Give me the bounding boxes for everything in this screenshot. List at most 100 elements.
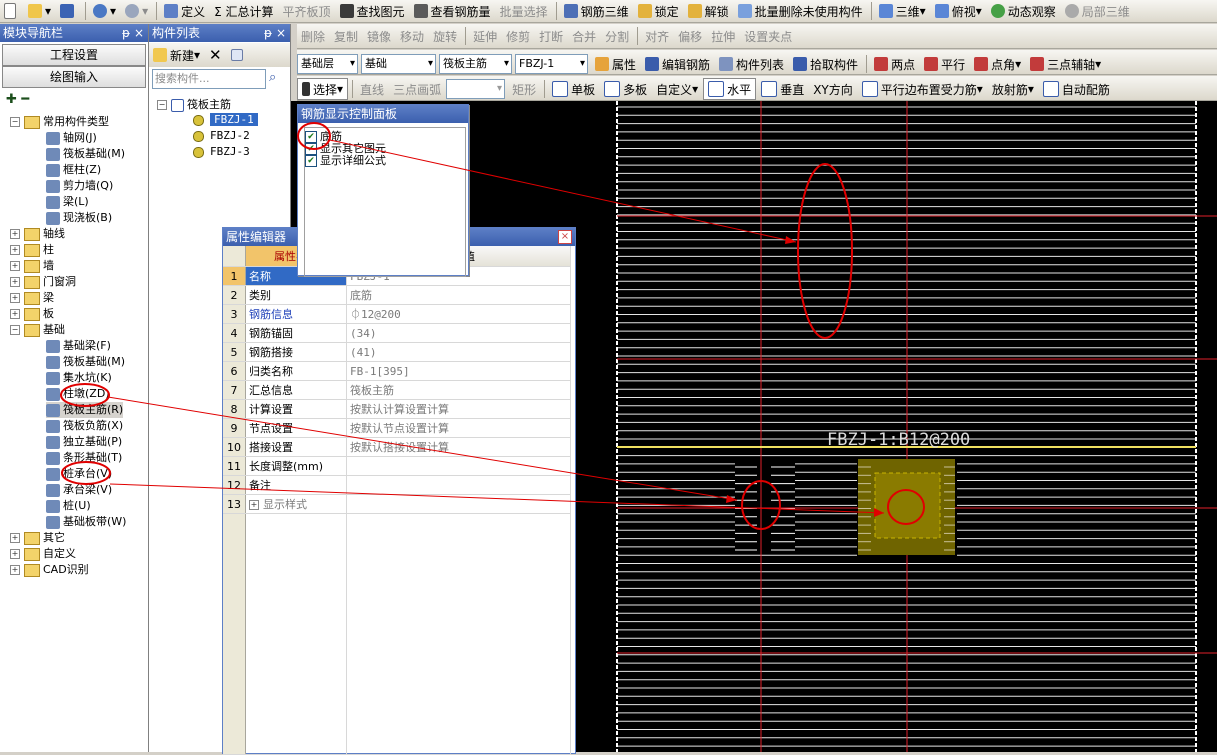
property-button[interactable]: 属性: [591, 54, 640, 74]
close-icon[interactable]: ×: [558, 230, 572, 244]
tree-item[interactable]: 现浇板(B): [46, 210, 112, 226]
tree-item[interactable]: 筏板主筋(R): [46, 402, 124, 418]
extend-button[interactable]: 延伸: [469, 26, 501, 46]
delete-button[interactable]: 删除: [297, 26, 329, 46]
horizontal-button[interactable]: 水平: [703, 78, 757, 100]
tree-folder[interactable]: + CAD识别: [10, 562, 89, 578]
property-row[interactable]: 6 归类名称 FB-1[395]: [223, 361, 571, 381]
expand-toggle[interactable]: +: [249, 500, 259, 510]
tree-folder[interactable]: + 轴线: [10, 226, 65, 242]
property-value[interactable]: 按默认节点设置计算: [346, 418, 571, 438]
property-value[interactable]: 按默认搭接设置计算: [346, 437, 571, 457]
tree-item[interactable]: 基础梁(F): [46, 338, 111, 354]
property-value[interactable]: 按默认计算设置计算: [346, 399, 571, 419]
tree-folder[interactable]: + 柱: [10, 242, 54, 258]
tree-item[interactable]: 桩承台(V): [46, 466, 112, 482]
parallel-edge-button[interactable]: 平行边布置受力筋 ▾: [858, 79, 987, 99]
property-value[interactable]: 筏板主筋: [346, 380, 571, 400]
arc-button[interactable]: 三点画弧: [389, 79, 445, 99]
expand-toggle[interactable]: +: [10, 309, 20, 319]
property-row[interactable]: 8 计算设置 按默认计算设置计算: [223, 399, 571, 419]
tree-folder[interactable]: + 自定义: [10, 546, 76, 562]
floor-select[interactable]: 基础层: [297, 54, 358, 74]
radial-rebar-button[interactable]: 放射筋 ▾: [988, 79, 1038, 99]
flush-top-button[interactable]: 平齐板顶: [279, 1, 335, 21]
tree-folder[interactable]: + 其它: [10, 530, 65, 546]
property-row[interactable]: 4 钢筋锚固 (34): [223, 323, 571, 343]
expand-toggle[interactable]: +: [10, 261, 20, 271]
stretch-button[interactable]: 拉伸: [707, 26, 739, 46]
move-button[interactable]: 移动: [396, 26, 428, 46]
tree-item[interactable]: 轴网(J): [46, 130, 97, 146]
two-point-button[interactable]: 两点: [870, 54, 919, 74]
expand-toggle[interactable]: −: [10, 325, 20, 335]
xy-direction-button[interactable]: XY方向: [809, 79, 857, 99]
expand-toggle[interactable]: −: [10, 117, 20, 127]
tree-folder[interactable]: − 常用构件类型: [10, 114, 109, 130]
define-button[interactable]: 定义: [160, 1, 209, 21]
property-row[interactable]: 2 类别 底筋: [223, 285, 571, 305]
batch-delete-button[interactable]: 批量删除未使用构件: [734, 1, 867, 21]
property-row[interactable]: 7 汇总信息 筏板主筋: [223, 380, 571, 400]
expand-toggle[interactable]: +: [10, 229, 20, 239]
rect-button[interactable]: 矩形: [508, 79, 540, 99]
close-icon[interactable]: ×: [276, 24, 286, 42]
tree-folder[interactable]: + 梁: [10, 290, 54, 306]
tree-folder[interactable]: + 门窗洞: [10, 274, 76, 290]
property-value[interactable]: (41): [346, 342, 571, 362]
rotate-button[interactable]: 旋转: [429, 26, 461, 46]
tree-item[interactable]: 承台梁(V): [46, 482, 112, 498]
auto-rebar-button[interactable]: 自动配筋: [1039, 79, 1114, 99]
expand-toggle[interactable]: +: [10, 565, 20, 575]
edit-rebar-button[interactable]: 编辑钢筋: [641, 54, 714, 74]
component-list-item[interactable]: FBZJ-2: [193, 128, 258, 144]
expand-collapse-icons[interactable]: ✚ ━: [6, 92, 29, 107]
vertical-button[interactable]: 垂直: [757, 79, 808, 99]
delete-icon[interactable]: ✕: [205, 45, 226, 65]
category-select[interactable]: 基础: [361, 54, 436, 74]
tree-folder[interactable]: + 墙: [10, 258, 54, 274]
tree-item[interactable]: 梁(L): [46, 194, 89, 210]
expand-toggle[interactable]: +: [10, 549, 20, 559]
unlock-button[interactable]: 解锁: [684, 1, 733, 21]
tree-item[interactable]: 框柱(Z): [46, 162, 101, 178]
custom-button[interactable]: 自定义 ▾: [652, 79, 702, 99]
close-icon[interactable]: ×: [134, 24, 144, 42]
tree-item[interactable]: 筏板基础(M): [46, 354, 125, 370]
draw-input-button[interactable]: 绘图输入: [2, 66, 146, 88]
tree-item[interactable]: 桩(U): [46, 498, 91, 514]
mirror-button[interactable]: 镜像: [363, 26, 395, 46]
property-row[interactable]: 11 长度调整(mm): [223, 456, 571, 476]
tree-item[interactable]: 筏板负筋(X): [46, 418, 123, 434]
property-value[interactable]: [346, 456, 571, 476]
property-row[interactable]: 9 节点设置 按默认节点设置计算: [223, 418, 571, 438]
show-formula-checkbox[interactable]: ✔ 显示详细公式: [305, 155, 465, 167]
single-slab-button[interactable]: 单板: [548, 79, 599, 99]
search-icon[interactable]: ⌕: [269, 70, 276, 85]
multi-slab-button[interactable]: 多板: [600, 79, 651, 99]
align-button[interactable]: 对齐: [641, 26, 673, 46]
property-row[interactable]: 3 钢筋信息 ⏀12@200: [223, 304, 571, 324]
list-root[interactable]: − 筏板主筋: [157, 96, 231, 112]
property-value[interactable]: 底筋: [346, 285, 571, 305]
merge-button[interactable]: 合并: [568, 26, 600, 46]
rebar-3d-button[interactable]: 钢筋三维: [560, 1, 633, 21]
copy-button[interactable]: 复制: [330, 26, 362, 46]
property-row[interactable]: 12 备注: [223, 475, 571, 495]
save-icon[interactable]: [56, 1, 81, 21]
tree-item[interactable]: 筏板基础(M): [46, 146, 125, 162]
expand-toggle[interactable]: +: [10, 277, 20, 287]
tree-item[interactable]: 独立基础(P): [46, 434, 122, 450]
property-row[interactable]: 5 钢筋搭接 (41): [223, 342, 571, 362]
expand-toggle[interactable]: +: [10, 533, 20, 543]
orbit-button[interactable]: 动态观察: [987, 1, 1060, 21]
tree-folder[interactable]: + 板: [10, 306, 54, 322]
find-button[interactable]: 查找图元: [336, 1, 409, 21]
component-list-button[interactable]: 构件列表: [715, 54, 788, 74]
line-button[interactable]: 直线: [356, 79, 388, 99]
trim-button[interactable]: 修剪: [502, 26, 534, 46]
type-select[interactable]: 筏板主筋: [439, 54, 512, 74]
three-point-axis-button[interactable]: 三点辅轴 ▾: [1026, 54, 1105, 74]
tree-item[interactable]: 集水坑(K): [46, 370, 112, 386]
copy-icon[interactable]: [227, 45, 250, 65]
